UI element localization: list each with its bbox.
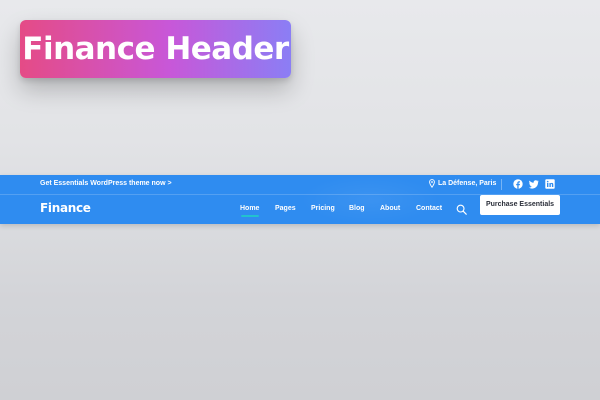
search-icon[interactable] (456, 204, 467, 215)
brand-logo[interactable]: Finance (40, 201, 91, 215)
nav-link-about[interactable]: About (380, 205, 400, 212)
main-nav: Finance Home Pages Pricing Blog About Co… (0, 195, 600, 224)
twitter-icon[interactable] (529, 179, 539, 189)
active-indicator (241, 215, 259, 217)
nav-link-blog[interactable]: Blog (349, 205, 365, 212)
nav-link-contact[interactable]: Contact (416, 205, 442, 212)
facebook-icon[interactable] (513, 179, 523, 189)
nav-link-pages[interactable]: Pages (275, 205, 296, 212)
location-text: La Défense, Paris (438, 180, 497, 187)
linkedin-icon[interactable] (545, 179, 555, 189)
nav-link-home[interactable]: Home (240, 205, 259, 212)
top-bar: Get Essentials WordPress theme now > La … (0, 175, 600, 195)
promo-link[interactable]: Get Essentials WordPress theme now > (40, 180, 172, 187)
purchase-button[interactable]: Purchase Essentials (480, 195, 560, 215)
header-preview: Get Essentials WordPress theme now > La … (0, 175, 600, 224)
nav-link-pricing[interactable]: Pricing (311, 205, 335, 212)
map-pin-icon (429, 179, 435, 188)
page-title: Finance Header (22, 31, 289, 67)
location: La Défense, Paris (429, 179, 496, 188)
topbar-divider (501, 179, 502, 190)
title-badge: Finance Header (20, 20, 291, 78)
